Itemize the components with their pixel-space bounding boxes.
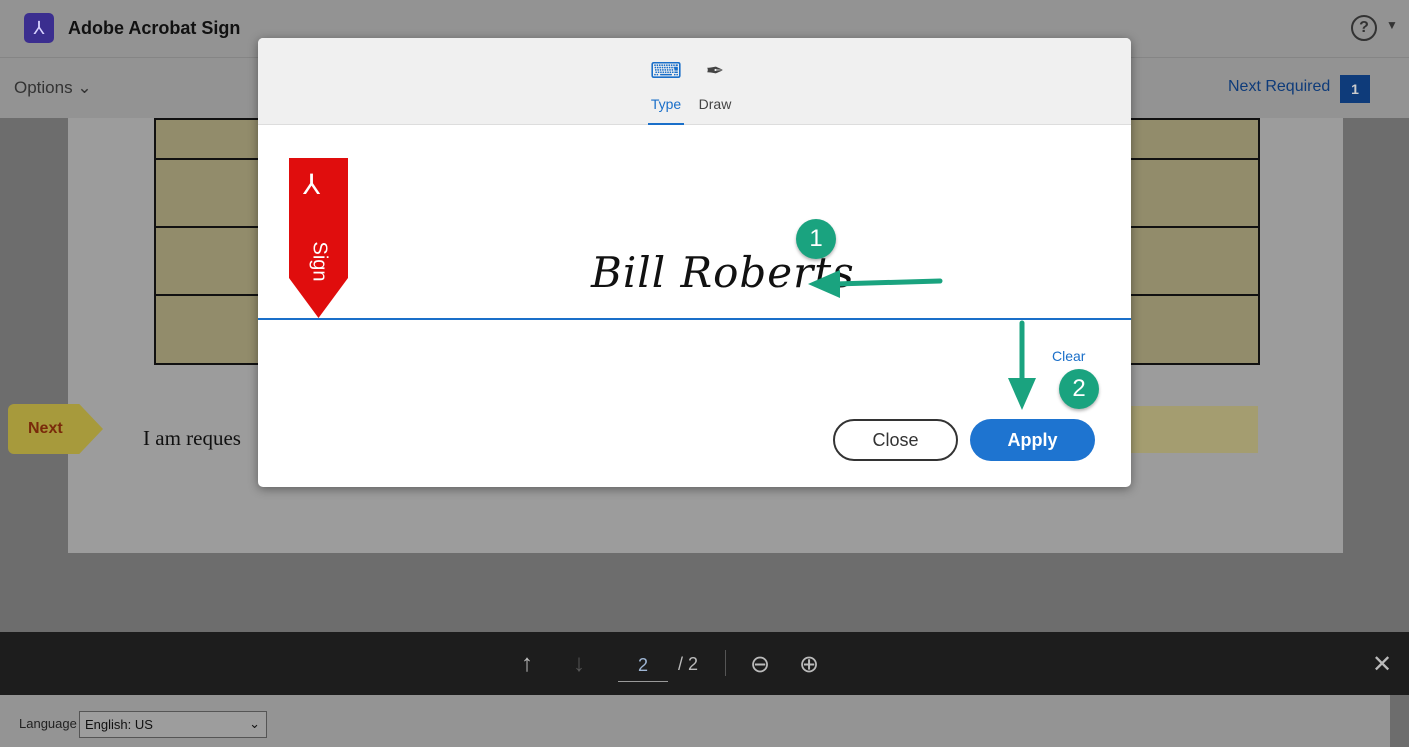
arrow-up-icon[interactable]: ↑	[521, 650, 533, 678]
chevron-down-icon: ⌄	[249, 716, 260, 731]
language-select[interactable]: English: US ⌄	[79, 711, 267, 738]
close-icon[interactable]: ✕	[1372, 650, 1392, 679]
language-selected: English: US	[85, 717, 153, 732]
arrowhead-down	[1008, 378, 1036, 410]
page-number-input[interactable]: 2	[618, 652, 668, 682]
page-navigation-bar	[0, 632, 1409, 695]
page-total: / 2	[678, 654, 699, 674]
language-label: Language	[19, 716, 77, 731]
zoom-in-icon[interactable]: ⊕	[799, 650, 819, 679]
divider	[725, 650, 726, 676]
step-badge-1: 1	[796, 219, 836, 259]
arrowhead-left	[808, 270, 840, 298]
arrow-left-icon	[832, 278, 943, 287]
arrow-down-icon[interactable]: ↓	[573, 650, 585, 678]
step-badge-2: 2	[1059, 369, 1099, 409]
zoom-out-icon[interactable]: ⊖	[750, 650, 770, 679]
